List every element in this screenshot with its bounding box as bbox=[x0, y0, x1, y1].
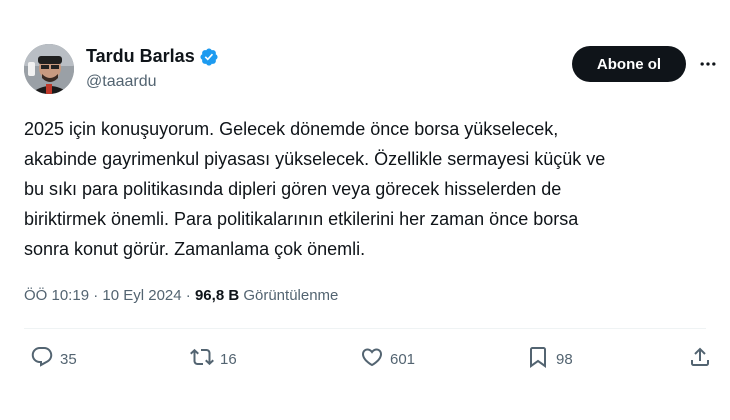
views-label: Görüntülenme bbox=[239, 287, 339, 304]
like-count: 601 bbox=[390, 350, 416, 368]
tweet-text-line: bu sıkı para politikasında dipleri gören… bbox=[24, 179, 562, 199]
repost-icon bbox=[190, 345, 214, 374]
share-icon bbox=[688, 345, 712, 374]
author-name-row: Tardu Barlas bbox=[86, 46, 219, 67]
author-name[interactable]: Tardu Barlas bbox=[86, 46, 195, 67]
tweet-text: 2025 için konuşuyorum. Gelecek dönemde ö… bbox=[24, 114, 674, 264]
meta-separator: · bbox=[89, 287, 103, 304]
tweet-date[interactable]: 10 Eyl 2024 bbox=[102, 287, 181, 304]
follow-button[interactable]: Abone ol bbox=[572, 46, 686, 82]
action-bar: 35 16 601 98 bbox=[24, 344, 714, 374]
views-count: 96,8 B bbox=[194, 287, 240, 304]
repost-button[interactable]: 16 bbox=[190, 344, 237, 374]
bookmark-button[interactable]: 98 bbox=[526, 344, 573, 374]
meta-separator: · bbox=[181, 287, 195, 304]
tweet-text-line: sonra konut görür. Zamanlama çok önemli. bbox=[24, 239, 366, 259]
heart-icon bbox=[360, 345, 384, 374]
author-handle[interactable]: @taaardu bbox=[86, 73, 157, 91]
tweet-text-line: akabinde gayrimenkul piyasası yükselecek… bbox=[24, 149, 606, 169]
more-horizontal-icon[interactable] bbox=[694, 52, 722, 76]
tweet-metadata: ÖÖ 10:19 · 10 Eyl 2024 · 96,8 B Görüntül… bbox=[24, 287, 338, 304]
avatar[interactable] bbox=[24, 44, 74, 94]
tweet-text-line: 2025 için konuşuyorum. Gelecek dönemde ö… bbox=[24, 119, 559, 139]
repost-count: 16 bbox=[220, 350, 237, 368]
reply-icon bbox=[30, 345, 54, 374]
reply-count: 35 bbox=[60, 350, 77, 368]
divider bbox=[24, 328, 706, 329]
tweet-time[interactable]: ÖÖ 10:19 bbox=[24, 287, 89, 304]
like-button[interactable]: 601 bbox=[360, 344, 415, 374]
bookmark-icon bbox=[526, 345, 550, 374]
share-button[interactable] bbox=[688, 344, 712, 374]
tweet-text-line: biriktirmek önemli. Para politikalarının… bbox=[24, 209, 579, 229]
verified-badge-icon bbox=[199, 47, 219, 67]
reply-button[interactable]: 35 bbox=[30, 344, 77, 374]
tweet-card: Tardu Barlas @taaardu Abone ol 2025 için… bbox=[0, 0, 730, 420]
bookmark-count: 98 bbox=[556, 350, 573, 368]
